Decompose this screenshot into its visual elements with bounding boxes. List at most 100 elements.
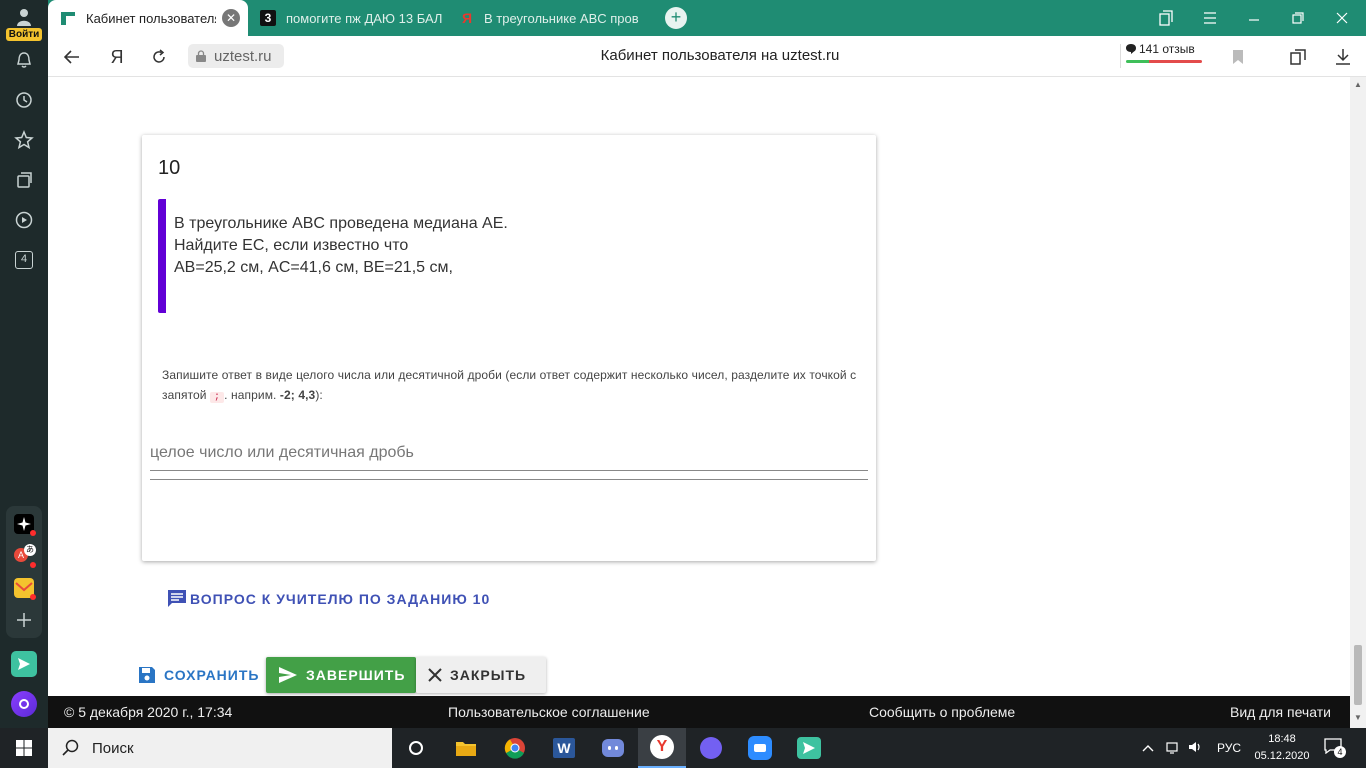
reload-icon[interactable] xyxy=(146,44,172,70)
sparkle-app-icon[interactable] xyxy=(14,514,36,536)
zoom-icon[interactable] xyxy=(736,728,784,768)
minimize-icon[interactable] xyxy=(1232,0,1276,36)
save-label: СОХРАНИТЬ xyxy=(164,667,260,683)
yandex-browser-icon[interactable]: Y xyxy=(638,728,686,768)
tab-strip: Кабинет пользователя ✕ 3 помогите пж ДАЮ… xyxy=(48,0,1366,36)
chevron-up-icon[interactable] xyxy=(1142,741,1154,755)
windows-taskbar: Поиск W Y РУС 18:48 05.12.2020 4 xyxy=(0,728,1366,768)
question-text-block: В треугольнике ABC проведена медиана AE.… xyxy=(158,199,718,313)
star-icon[interactable] xyxy=(0,124,48,156)
yandex-logo-icon[interactable]: Я xyxy=(104,44,130,70)
ask-teacher-link[interactable]: ВОПРОС К УЧИТЕЛЮ ПО ЗАДАНИЮ 10 xyxy=(166,587,490,611)
tab-cabinet[interactable]: Кабинет пользователя ✕ xyxy=(48,0,248,36)
network-icon[interactable] xyxy=(1166,740,1180,757)
finish-label: ЗАВЕРШИТЬ xyxy=(306,667,406,683)
chat-message-icon xyxy=(168,590,186,607)
viber-icon[interactable] xyxy=(687,728,735,768)
system-clock[interactable]: 18:48 05.12.2020 xyxy=(1252,731,1312,765)
finish-button[interactable]: ЗАВЕРШИТЬ xyxy=(266,657,416,693)
bookmark-icon[interactable] xyxy=(1225,44,1251,70)
example-value: -2; 4,3 xyxy=(279,388,316,402)
notifications-count: 4 xyxy=(1334,746,1346,758)
page-footer: © 5 декабря 2020 г., 17:34 Пользовательс… xyxy=(48,696,1350,728)
restore-icon[interactable] xyxy=(1276,0,1320,36)
volume-icon[interactable] xyxy=(1188,740,1202,757)
reviews-rating-bar xyxy=(1126,60,1202,63)
print-view-link[interactable]: Вид для печати xyxy=(1230,704,1331,720)
question-line: Найдите EC, если известно что xyxy=(174,237,409,254)
translate-app-icon[interactable]: A あ xyxy=(14,544,36,568)
user-agreement-link[interactable]: Пользовательское соглашение xyxy=(448,704,650,720)
chrome-icon[interactable] xyxy=(491,728,539,768)
windows-start-icon[interactable] xyxy=(0,728,48,768)
close-button[interactable]: ЗАКРЫТЬ xyxy=(416,657,546,693)
word-icon[interactable]: W xyxy=(540,728,588,768)
messenger-app-icon[interactable] xyxy=(785,728,833,768)
download-icon[interactable] xyxy=(1330,44,1356,70)
question-line: В треугольнике ABC проведена медиана AE. xyxy=(174,215,508,232)
history-icon[interactable] xyxy=(0,84,48,116)
mail-app-icon[interactable] xyxy=(14,578,36,600)
close-label: ЗАКРЫТЬ xyxy=(450,667,527,683)
separator-code: ; xyxy=(210,392,225,403)
tab-title: Кабинет пользователя xyxy=(86,10,216,26)
uztest-favicon-icon xyxy=(60,10,76,26)
comment-icon xyxy=(1126,44,1136,54)
tab-yandex[interactable]: Я В треугольнике ABC пров xyxy=(458,0,648,36)
answer-underline xyxy=(150,479,868,480)
save-button[interactable]: СОХРАНИТЬ xyxy=(126,657,258,693)
add-app-icon[interactable] xyxy=(14,610,34,630)
file-explorer-icon[interactable] xyxy=(442,728,490,768)
login-label: Войти xyxy=(6,28,42,41)
question-number: 10 xyxy=(158,157,181,179)
close-tab-icon[interactable]: ✕ xyxy=(222,9,240,27)
task-view-icon[interactable] xyxy=(392,728,440,768)
language-indicator[interactable]: РУС xyxy=(1217,741,1241,755)
taskbar-search[interactable]: Поиск xyxy=(48,728,392,768)
discord-icon[interactable] xyxy=(589,728,637,768)
sidebar-apps-panel: A あ xyxy=(6,506,42,638)
menu-icon[interactable] xyxy=(1188,0,1232,36)
login-button[interactable]: Войти xyxy=(4,4,44,41)
counter-badge[interactable]: 4 xyxy=(0,244,48,276)
url-text: uztest.ru xyxy=(214,47,272,65)
close-x-icon xyxy=(428,668,442,682)
user-icon xyxy=(17,9,31,26)
alice-assistant-icon[interactable] xyxy=(0,688,48,720)
close-window-icon[interactable] xyxy=(1320,0,1364,36)
page-content: 10 В треугольнике ABC проведена медиана … xyxy=(48,77,1350,696)
browser-sidebar: Войти 4 A あ xyxy=(0,0,48,728)
yandex-favicon-icon: Я xyxy=(462,10,473,26)
tab-znanija[interactable]: 3 помогите пж ДАЮ 13 БАЛ xyxy=(258,0,448,36)
collections-icon[interactable] xyxy=(0,164,48,196)
notifications-icon[interactable]: 4 xyxy=(1324,738,1348,758)
report-problem-link[interactable]: Сообщить о проблеме xyxy=(869,704,1015,720)
tabs-list-icon[interactable] xyxy=(1144,0,1188,36)
video-icon[interactable] xyxy=(0,204,48,236)
reviews-link[interactable]: 141 отзыв xyxy=(1125,42,1195,56)
question-line: AB=25,2 см, AC=41,6 см, BE=21,5 см, xyxy=(174,259,453,276)
scrollbar-thumb[interactable] xyxy=(1354,645,1362,705)
bell-icon[interactable] xyxy=(0,44,48,76)
search-label: Поиск xyxy=(92,739,134,757)
back-arrow-icon[interactable] xyxy=(59,44,85,70)
extensions-icon[interactable] xyxy=(1285,44,1311,70)
address-bar: Я uztest.ru Кабинет пользователя на uzte… xyxy=(48,36,1366,77)
url-field[interactable]: uztest.ru xyxy=(188,44,284,68)
reviews-count: 141 отзыв xyxy=(1139,42,1195,56)
clock-date: 05.12.2020 xyxy=(1254,750,1310,762)
ask-teacher-label: ВОПРОС К УЧИТЕЛЮ ПО ЗАДАНИЮ 10 xyxy=(190,591,491,607)
question-text: В треугольнике ABC проведена медиана AE.… xyxy=(174,213,508,279)
page-scrollbar[interactable]: ▲ ▼ xyxy=(1350,77,1366,728)
answer-input[interactable] xyxy=(150,435,868,471)
new-tab-button[interactable]: + xyxy=(654,0,698,36)
tab-title: В треугольнике ABC пров xyxy=(484,10,639,26)
scroll-down-icon[interactable]: ▼ xyxy=(1353,713,1363,723)
clock-time: 18:48 xyxy=(1268,733,1296,745)
floppy-disk-icon xyxy=(139,667,155,683)
page-title: Кабинет пользователя на uztest.ru xyxy=(600,47,840,64)
lock-icon xyxy=(196,50,206,62)
scroll-up-icon[interactable]: ▲ xyxy=(1353,80,1363,90)
footer-timestamp: © 5 декабря 2020 г., 17:34 xyxy=(64,704,233,720)
messenger-icon[interactable] xyxy=(0,648,48,680)
